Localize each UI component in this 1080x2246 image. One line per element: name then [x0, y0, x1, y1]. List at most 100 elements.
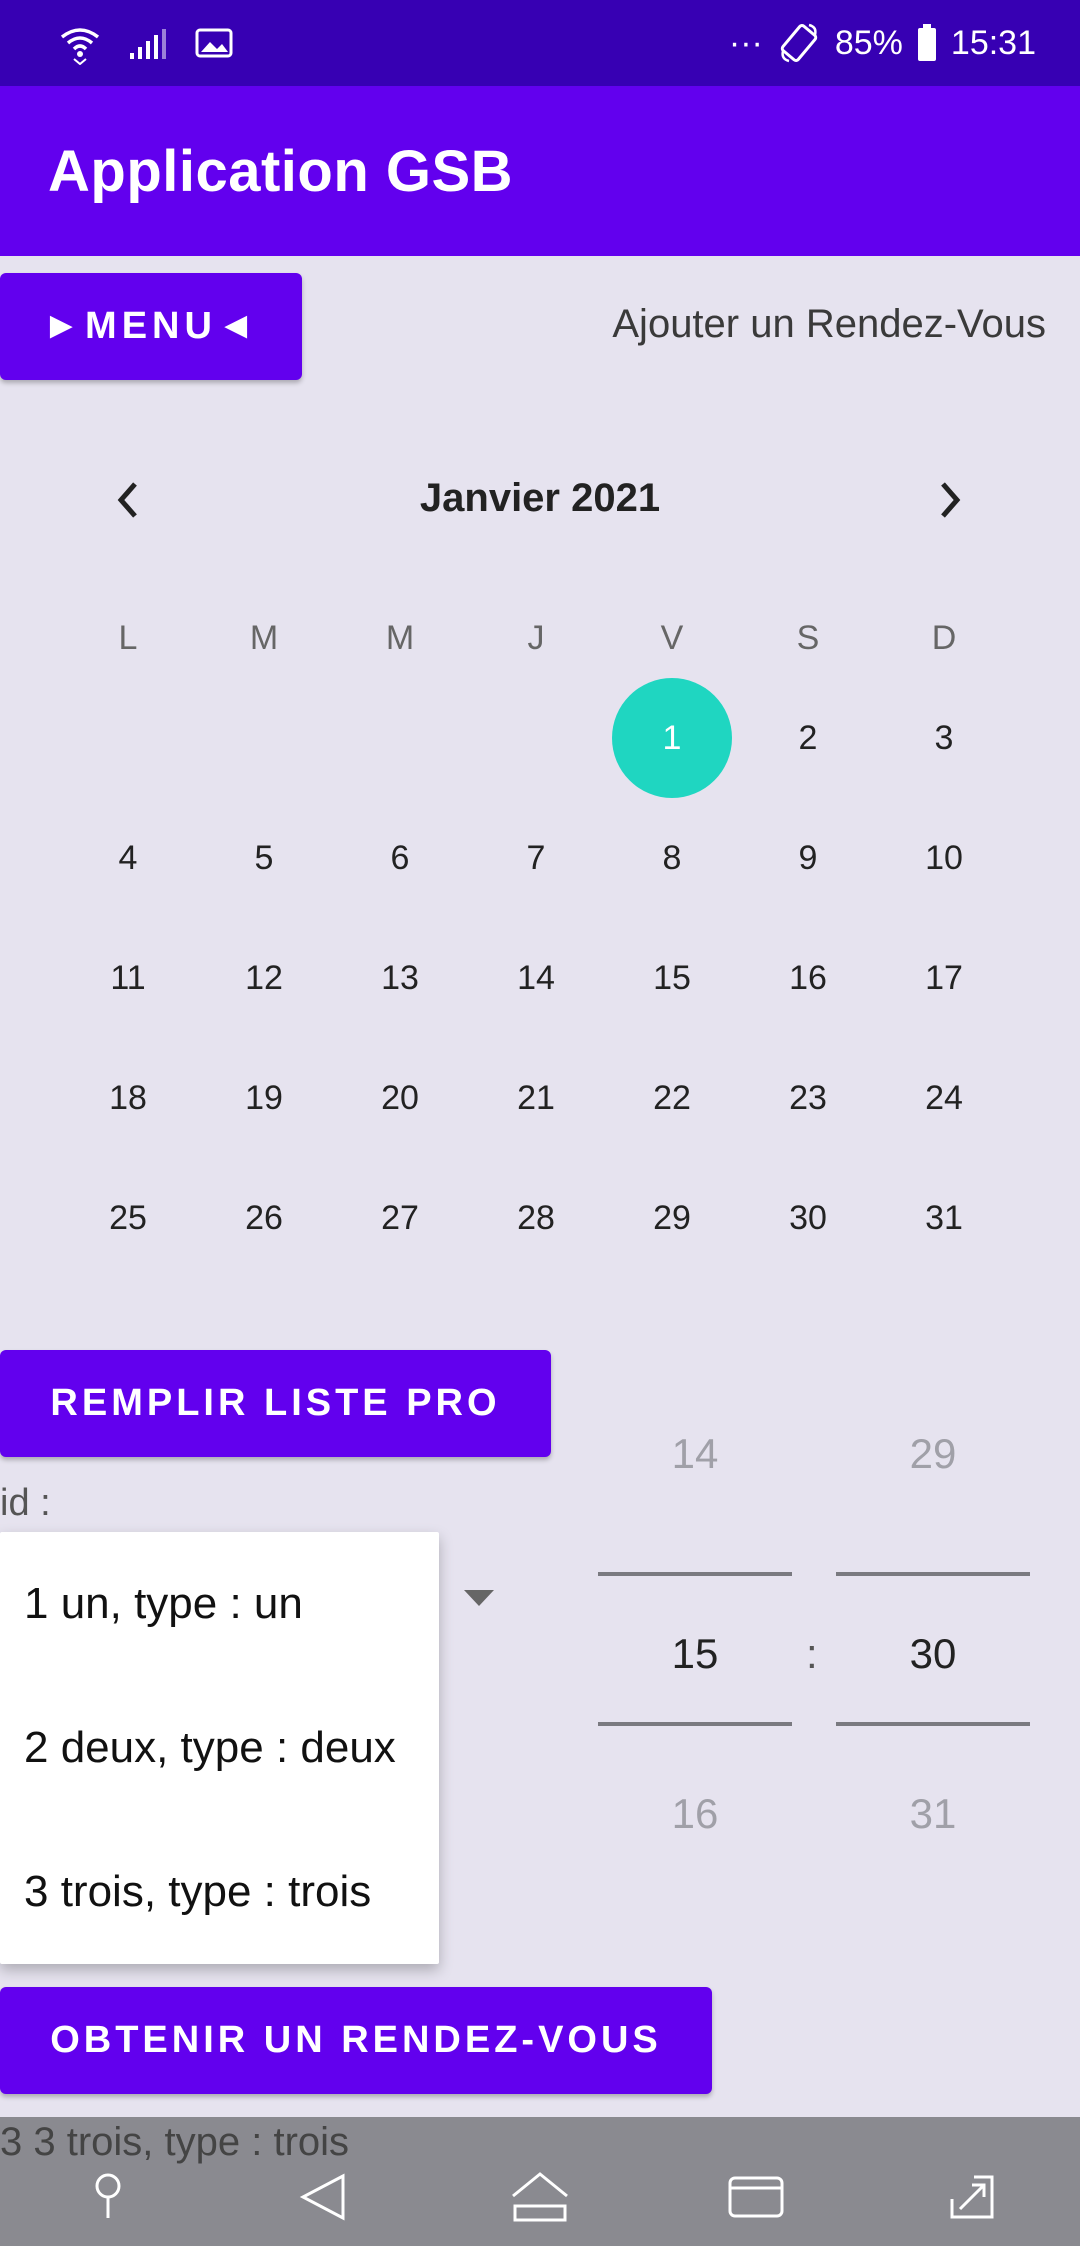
weekday-label: S — [796, 618, 820, 657]
calendar-day-number: 15 — [653, 958, 691, 997]
minute-selected[interactable]: 30 — [836, 1630, 1030, 1678]
calendar-day[interactable]: 19 — [196, 1038, 332, 1158]
time-separator: : — [806, 1630, 818, 1677]
calendar-week-row: 4 5 6 7 8 9 10 — [60, 798, 1012, 918]
pin-button[interactable] — [68, 2157, 148, 2237]
calendar-day[interactable]: 28 — [468, 1158, 604, 1278]
dropdown-option[interactable]: 3 trois, type : trois — [0, 1820, 439, 1964]
calendar-day-number: 29 — [653, 1198, 691, 1237]
signal-icon — [128, 25, 168, 61]
expand-button[interactable] — [932, 2157, 1012, 2237]
calendar-day[interactable]: 29 — [604, 1158, 740, 1278]
calendar-day[interactable]: 15 — [604, 918, 740, 1038]
professional-dropdown-menu: 1 un, type : un 2 deux, type : deux 3 tr… — [0, 1532, 439, 1964]
dropdown-option[interactable]: 2 deux, type : deux — [0, 1676, 439, 1820]
calendar-day-number: 26 — [245, 1198, 283, 1237]
dropdown-option[interactable]: 1 un, type : un — [0, 1532, 439, 1676]
recents-icon — [728, 2176, 784, 2217]
calendar-day[interactable]: 30 — [740, 1158, 876, 1278]
selected-pro-result: 3 3 trois, type : trois — [0, 2120, 350, 2164]
weekday-label: V — [660, 618, 684, 657]
app-title: Application GSB — [48, 138, 514, 204]
calendar-day[interactable]: 2 — [740, 678, 876, 798]
calendar-empty-cell — [332, 678, 468, 798]
calendar-day[interactable]: 27 — [332, 1158, 468, 1278]
calendar-day-number: 11 — [110, 958, 146, 997]
calendar-day-number: 5 — [254, 838, 274, 877]
calendar-day-number: 25 — [109, 1198, 147, 1237]
calendar-day[interactable]: 22 — [604, 1038, 740, 1158]
hour-picker[interactable]: 14 15 16 — [598, 1430, 792, 1880]
calendar-day-number: 27 — [381, 1198, 419, 1237]
calendar-day[interactable]: 17 — [876, 918, 1012, 1038]
hour-previous[interactable]: 14 — [598, 1430, 792, 1478]
calendar-day[interactable]: 12 — [196, 918, 332, 1038]
screen-title: Ajouter un Rendez-Vous — [612, 302, 1046, 346]
picker-divider — [598, 1722, 792, 1726]
next-month-button[interactable] — [920, 470, 980, 530]
calendar-day[interactable]: 21 — [468, 1038, 604, 1158]
calendar-week-row: 18 19 20 21 22 23 24 — [60, 1038, 1012, 1158]
id-label: id : — [0, 1482, 51, 1524]
calendar-day-number: 22 — [653, 1078, 691, 1117]
calendar-day-number: 13 — [381, 958, 419, 997]
battery-percent: 85% — [834, 23, 903, 62]
hour-next[interactable]: 16 — [598, 1790, 792, 1838]
picker-divider — [598, 1572, 792, 1576]
calendar-empty-cell — [60, 678, 196, 798]
remplir-liste-pro-button[interactable]: REMPLIR LISTE PRO — [0, 1350, 551, 1457]
pin-icon — [95, 2173, 121, 2218]
calendar-day-number: 28 — [517, 1198, 555, 1237]
calendar-day[interactable]: 18 — [60, 1038, 196, 1158]
calendar-day[interactable]: 24 — [876, 1038, 1012, 1158]
obtenir-rendez-vous-button[interactable]: OBTENIR UN RENDEZ-VOUS — [0, 1987, 712, 2094]
calendar-day-number: 19 — [245, 1078, 283, 1117]
minute-picker[interactable]: 29 30 31 — [836, 1430, 1030, 1880]
hour-selected[interactable]: 15 — [598, 1630, 792, 1678]
calendar-day-number: 18 — [109, 1078, 147, 1117]
calendar-week-row: 1 2 3 — [60, 678, 1012, 798]
battery-icon — [917, 24, 937, 62]
calendar-month-title: Janvier 2021 — [419, 476, 661, 520]
calendar-day[interactable]: 13 — [332, 918, 468, 1038]
home-button[interactable] — [500, 2157, 580, 2237]
status-right: ··· 85% 15:31 — [729, 21, 1036, 65]
calendar-day[interactable]: 9 — [740, 798, 876, 918]
calendar-day[interactable]: 20 — [332, 1038, 468, 1158]
clock: 15:31 — [950, 23, 1036, 62]
calendar-day[interactable]: 26 — [196, 1158, 332, 1278]
recents-button[interactable] — [716, 2157, 796, 2237]
calendar-day[interactable]: 25 — [60, 1158, 196, 1278]
calendar-day[interactable]: 31 — [876, 1158, 1012, 1278]
calendar-day[interactable]: 11 — [60, 918, 196, 1038]
calendar-day-number: 8 — [662, 838, 682, 877]
calendar-day-number: 7 — [526, 838, 546, 877]
calendar-grid: L M M J V S D 1 2 3 4 5 6 7 8 9 10 11 12 13 14 15 16 17 1… — [60, 598, 1012, 1278]
weekday-label: M — [385, 618, 415, 657]
calendar-day-number: 6 — [390, 838, 410, 877]
minute-next[interactable]: 31 — [836, 1790, 1030, 1838]
calendar-day-number: 1 — [612, 678, 732, 798]
calendar-header: Janvier 2021 — [0, 460, 1080, 540]
calendar-day[interactable]: 10 — [876, 798, 1012, 918]
wifi-icon — [58, 21, 102, 65]
minute-previous[interactable]: 29 — [836, 1430, 1030, 1478]
calendar-day[interactable]: 23 — [740, 1038, 876, 1158]
calendar-day[interactable]: 14 — [468, 918, 604, 1038]
calendar-day[interactable]: 4 — [60, 798, 196, 918]
calendar-day-selected[interactable]: 1 — [604, 678, 740, 798]
calendar-weeks: 1 2 3 4 5 6 7 8 9 10 11 12 13 14 15 16 17 18 19 20 21 22 23 24 2… — [60, 678, 1012, 1278]
status-bar: ··· 85% 15:31 — [0, 0, 1080, 86]
calendar-day[interactable]: 7 — [468, 798, 604, 918]
dropdown-arrow-icon[interactable] — [464, 1590, 494, 1608]
calendar-day[interactable]: 8 — [604, 798, 740, 918]
calendar-day-number: 17 — [925, 958, 963, 997]
calendar-day[interactable]: 6 — [332, 798, 468, 918]
back-button[interactable] — [284, 2157, 364, 2237]
calendar-day[interactable]: 5 — [196, 798, 332, 918]
calendar-day-number: 16 — [789, 958, 827, 997]
calendar-day[interactable]: 3 — [876, 678, 1012, 798]
weekday-label: D — [931, 618, 957, 657]
calendar-day[interactable]: 16 — [740, 918, 876, 1038]
menu-button[interactable]: ►MENU◄ — [0, 273, 302, 380]
